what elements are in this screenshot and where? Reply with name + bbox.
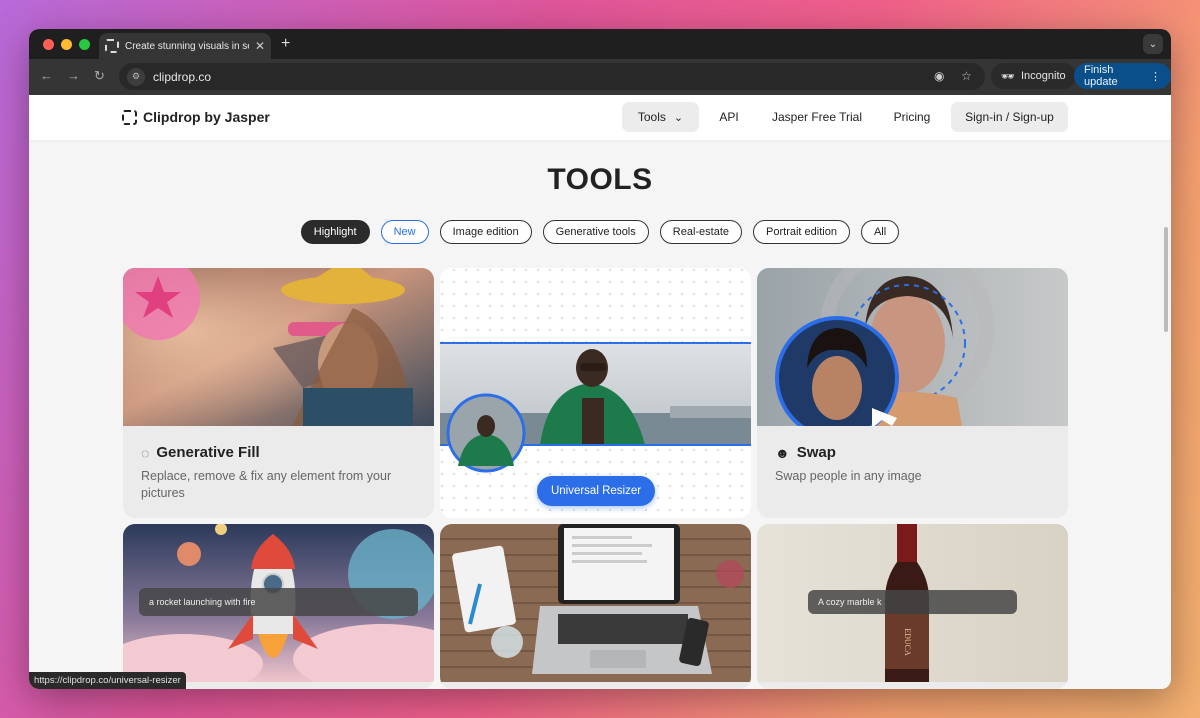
nav-pricing-link[interactable]: Pricing [887,102,937,132]
nav-api-link[interactable]: API [709,102,749,132]
filter-highlight[interactable]: Highlight [300,220,370,244]
new-tab-button[interactable]: + [281,35,290,53]
tool-card-swap[interactable]: ☻ Swap Swap people in any image [757,268,1068,518]
logo-text: Clipdrop by Jasper [143,109,270,125]
tool-card-universal-resizer[interactable]: Universal Resizer [440,268,751,518]
clipdrop-logo-icon [122,109,137,125]
filter-new[interactable]: New [380,220,429,244]
reload-icon[interactable]: ↻ [94,68,105,84]
incognito-label: Incognito [1020,70,1066,82]
swap-title: ☻ Swap [775,444,836,461]
maximize-window-button[interactable] [79,39,90,50]
tab-close-icon[interactable]: ✕ [255,39,265,53]
generative-fill-image [123,268,434,426]
sparkle-dotted-icon: ◌ [141,444,150,461]
more-vertical-icon: ⋮ [1150,70,1161,83]
nav-tools-dropdown[interactable]: Tools ⌄ [622,102,699,132]
incognito-badge[interactable]: 🕶 Incognito [991,63,1076,89]
page-viewport: Clipdrop by Jasper Tools ⌄ API Jasper Fr… [29,95,1171,689]
finish-update-button[interactable]: Finish update ⋮ [1074,63,1171,89]
filter-all[interactable]: All [860,220,900,244]
site-logo[interactable]: Clipdrop by Jasper [122,109,270,125]
tool-card-rocket[interactable]: a rocket launching with fire [123,524,434,689]
bottle-prompt-input[interactable]: A cozy marble k [808,590,1017,614]
swap-description: Swap people in any image [775,469,922,483]
chevron-down-icon: ⌄ [673,111,684,124]
filter-chips: Highlight New Image edition Generative t… [29,220,1171,244]
nav-tools-label: Tools [637,110,666,124]
incognito-icon: 🕶 [1001,70,1015,83]
status-bar-url: https://clipdrop.co/universal-resizer [29,672,186,689]
tool-card-generative-fill[interactable]: ◌ Generative Fill Replace, remove & fix … [123,268,434,518]
tool-card-bottle[interactable]: EDUCA A cozy marble k [757,524,1068,689]
generative-fill-title: ◌ Generative Fill [141,444,260,461]
chevron-down-icon: ⌄ [1148,38,1158,50]
tab-strip: Create stunning visuals in seconds ✕ + ⌄ [29,29,1171,59]
browser-window: Create stunning visuals in seconds ✕ + ⌄… [29,29,1171,689]
minimize-window-button[interactable] [61,39,72,50]
filter-portrait-edition[interactable]: Portrait edition [753,220,850,244]
swap-title-text: Swap [796,444,836,461]
forward-arrow-icon[interactable]: → [67,68,80,83]
swap-image [757,268,1068,426]
svg-text:EDUCA: EDUCA [903,628,912,656]
universal-resizer-button[interactable]: Universal Resizer [537,476,655,506]
tab-search-button[interactable]: ⌄ [1143,34,1163,54]
browser-toolbar: ← → ↻ ⚙ clipdrop.co ◉ ☆ 🕶 Incognito Fini… [29,59,1171,95]
address-bar[interactable]: ⚙ clipdrop.co ◉ ☆ [119,63,985,90]
filter-generative-tools[interactable]: Generative tools [542,220,649,244]
tool-card-laptop[interactable] [440,524,751,689]
finish-update-label: Finish update [1084,64,1118,88]
close-window-button[interactable] [43,39,54,50]
eye-off-icon[interactable]: ◉ [934,69,944,83]
tab-title: Create stunning visuals in seconds [125,40,249,52]
back-arrow-icon[interactable]: ← [40,68,53,83]
tab-active[interactable]: Create stunning visuals in seconds ✕ [99,33,271,59]
nav-jasper-trial-link[interactable]: Jasper Free Trial [765,102,869,132]
swap-faces-icon: ☻ [775,444,790,461]
signin-button[interactable]: Sign-in / Sign-up [951,102,1068,132]
rocket-prompt-input[interactable]: a rocket launching with fire [139,588,418,616]
window-controls [43,39,90,50]
laptop-desk-image [440,524,751,682]
generative-fill-description: Replace, remove & fix any element from y… [141,469,392,500]
clipdrop-favicon-icon [105,39,119,53]
generative-fill-title-text: Generative Fill [156,444,260,461]
filter-real-estate[interactable]: Real-estate [659,220,743,244]
site-info-icon[interactable]: ⚙ [127,67,145,86]
site-header: Clipdrop by Jasper Tools ⌄ API Jasper Fr… [29,95,1171,140]
filter-image-edition[interactable]: Image edition [439,220,532,244]
bookmark-star-icon[interactable]: ☆ [961,69,972,83]
address-text: clipdrop.co [153,69,212,84]
page-title: TOOLS [547,163,653,196]
